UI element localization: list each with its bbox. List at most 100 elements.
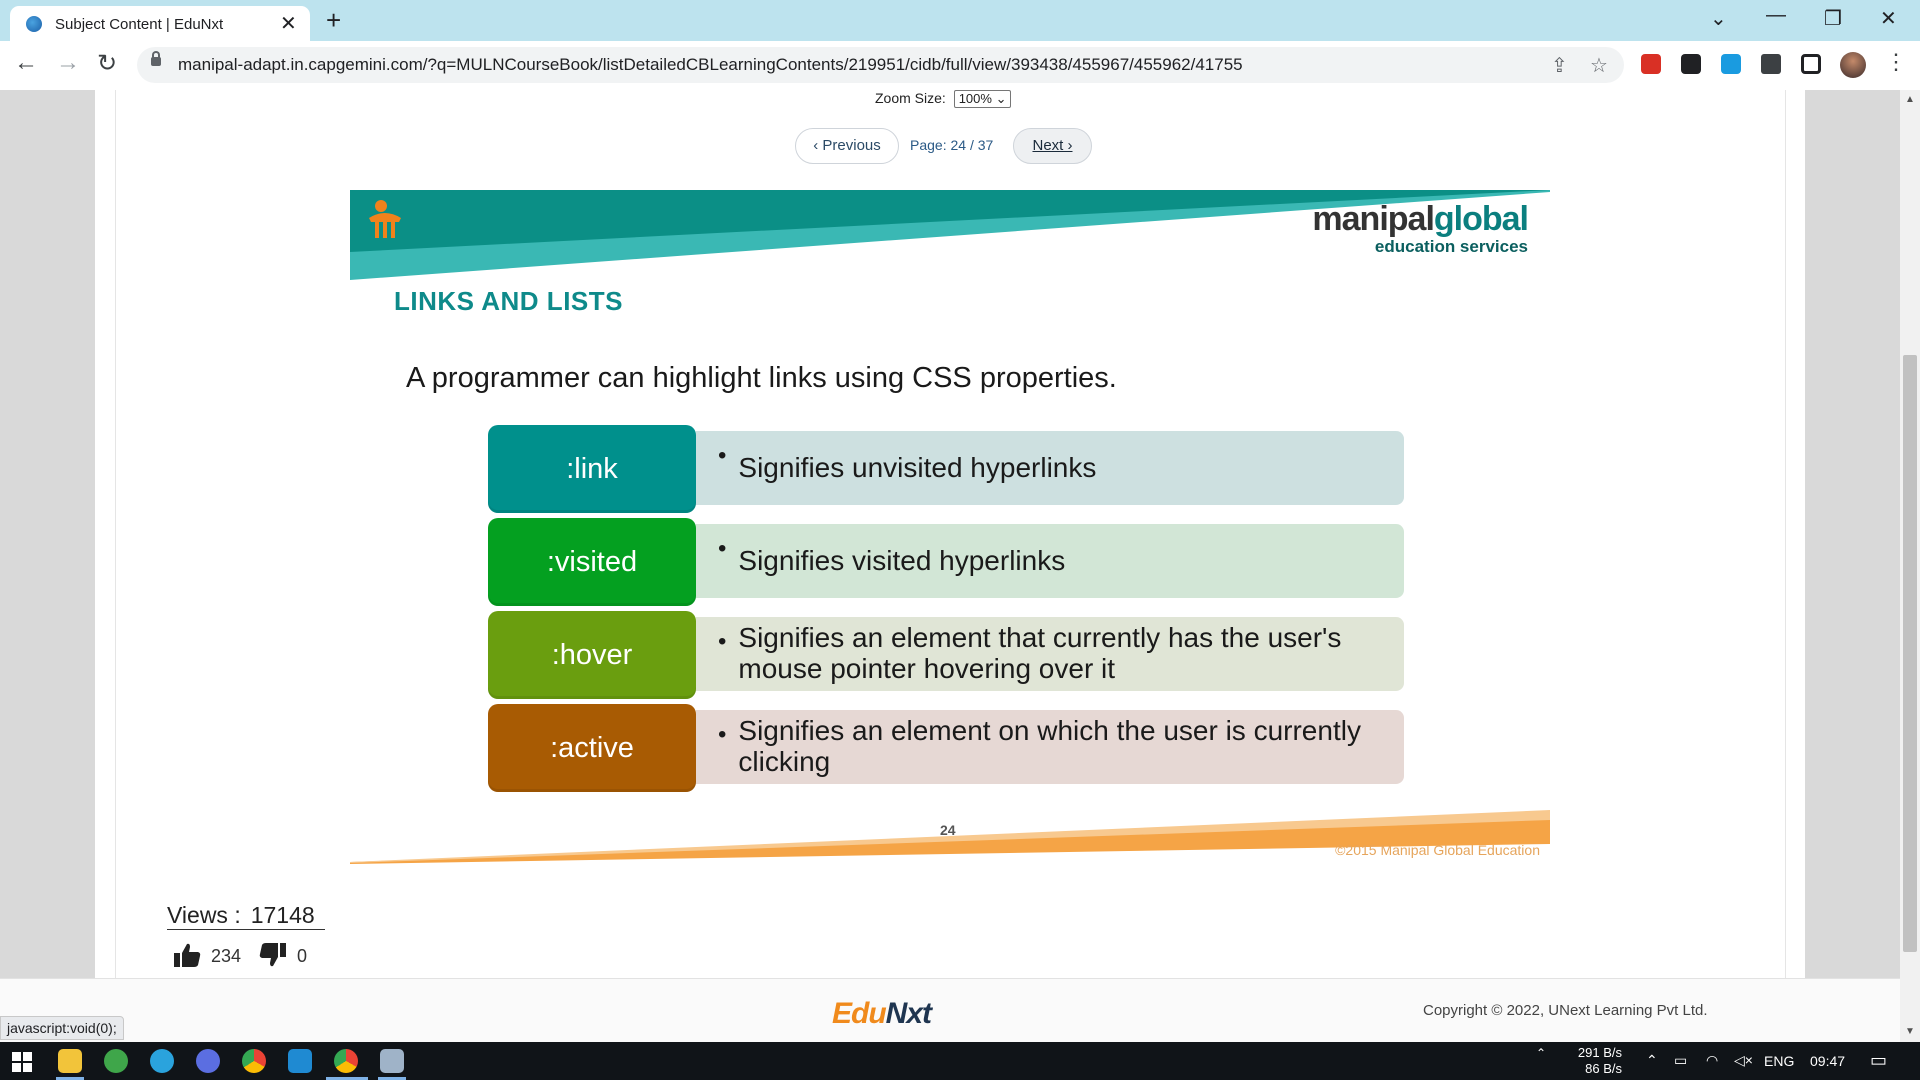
row-description: • Signifies an element on which the user …: [696, 710, 1404, 784]
bullet-icon: •: [718, 535, 727, 562]
menu-icon[interactable]: ⋮: [1885, 49, 1907, 75]
net-down: 86 B/s: [1585, 1061, 1622, 1076]
address-bar[interactable]: manipal-adapt.in.capgemini.com/?q=MULNCo…: [137, 47, 1624, 83]
brand-subtitle: education services: [1374, 237, 1528, 256]
back-icon[interactable]: ←: [14, 49, 38, 77]
slide: manipalglobal education services LINKS A…: [350, 190, 1550, 865]
row-label: :visited: [488, 518, 696, 606]
row-description: • Signifies unvisited hyperlinks: [696, 431, 1404, 505]
page-current: 24: [950, 137, 967, 153]
reload-icon[interactable]: ↻: [97, 49, 117, 78]
extension-pocket-icon[interactable]: [1641, 54, 1661, 74]
edunxt-logo[interactable]: EduNxt: [832, 997, 932, 1031]
page-border-right: [1785, 90, 1786, 978]
file-explorer-icon[interactable]: [58, 1049, 82, 1073]
previous-button[interactable]: ‹ Previous: [795, 128, 899, 164]
browser-tab[interactable]: Subject Content | EduNxt ✕: [10, 6, 310, 41]
bullet-icon: •: [718, 628, 727, 655]
manipal-logo-icon: [369, 200, 401, 238]
page-viewport: Zoom Size: 100% ⌄ ‹ Previous Page: 24 / …: [0, 90, 1900, 1042]
dislikes-count: 0: [297, 946, 308, 966]
battery-icon[interactable]: ▭: [1674, 1052, 1687, 1069]
tab-search-icon[interactable]: ⌄: [1710, 6, 1727, 31]
row-description-text: Signifies visited hyperlinks: [738, 544, 1066, 576]
chrome-icon[interactable]: [242, 1049, 266, 1073]
zoom-select[interactable]: 100% ⌄: [953, 90, 1012, 108]
minimize-icon[interactable]: —: [1766, 4, 1786, 27]
tab-favicon-icon: [26, 16, 42, 32]
restore-icon[interactable]: ❐: [1824, 6, 1842, 31]
chrome-active-icon[interactable]: [334, 1049, 358, 1073]
lock-icon[interactable]: [151, 51, 161, 66]
scroll-thumb[interactable]: [1903, 355, 1917, 952]
notifications-icon[interactable]: ▭: [1870, 1050, 1887, 1071]
page-border-left: [115, 90, 116, 978]
bullet-icon: •: [718, 442, 727, 469]
hidden-icons-icon[interactable]: ⌃: [1646, 1052, 1658, 1069]
bullet-icon: •: [718, 721, 727, 748]
row-description-text: Signifies an element that currently has …: [738, 622, 1342, 684]
row-description-text: Signifies unvisited hyperlinks: [738, 451, 1097, 483]
page-indicator: Page: 24 / 37: [910, 137, 994, 153]
zoom-value: 100%: [958, 91, 992, 106]
status-bar-url: javascript:void(0);: [0, 1016, 124, 1040]
slide-intro: A programmer can highlight links using C…: [406, 362, 1117, 394]
pseudo-class-row-link: :link • Signifies unvisited hyperlinks: [488, 425, 1404, 513]
views-label: Views :: [167, 902, 241, 928]
thumbs-down-icon[interactable]: [259, 942, 287, 968]
tab-strip: Subject Content | EduNxt ✕ + ⌄ — ❐ ✕: [0, 0, 1920, 41]
app-window-icon[interactable]: [380, 1049, 404, 1073]
tab-close-icon[interactable]: ✕: [280, 11, 297, 36]
window-close-icon[interactable]: ✕: [1880, 6, 1897, 31]
page-label: Page:: [910, 137, 947, 153]
net-up: 291 B/s: [1577, 1045, 1622, 1060]
telegram-icon[interactable]: [150, 1049, 174, 1073]
forward-icon[interactable]: →: [56, 49, 80, 77]
new-tab-icon[interactable]: +: [326, 5, 341, 36]
site-footer: EduNxt Copyright © 2022, UNext Learning …: [0, 978, 1900, 1042]
brand-logo: manipalglobal education services: [1312, 202, 1529, 256]
row-description-text: Signifies an element on which the user i…: [738, 715, 1361, 777]
page-total: 37: [977, 137, 994, 153]
content-page: Zoom Size: 100% ⌄ ‹ Previous Page: 24 / …: [95, 90, 1805, 978]
network-speed: 291 B/s 86 B/s: [1570, 1045, 1622, 1077]
star-icon[interactable]: ☆: [1590, 53, 1608, 78]
slide-title: LINKS AND LISTS: [394, 286, 623, 316]
row-description: • Signifies visited hyperlinks: [696, 524, 1404, 598]
vertical-scrollbar[interactable]: ▲ ▼: [1900, 90, 1920, 1042]
views-value: 17148: [250, 902, 315, 928]
extension-icon[interactable]: [1681, 54, 1701, 74]
thumbs-up-icon[interactable]: [173, 942, 201, 968]
scroll-up-icon[interactable]: ▲: [1905, 94, 1915, 105]
pseudo-class-row-hover: :hover • Signifies an element that curren…: [488, 611, 1404, 699]
zoom-control: Zoom Size: 100% ⌄: [875, 90, 1012, 108]
footer-copyright: Copyright © 2022, UNext Learning Pvt Ltd…: [1423, 1002, 1708, 1019]
windows-start-icon[interactable]: [12, 1052, 32, 1072]
share-icon[interactable]: ⇪: [1551, 53, 1568, 78]
next-button[interactable]: Next ›: [1013, 128, 1092, 164]
app-green-icon[interactable]: [104, 1049, 128, 1073]
row-label: :hover: [488, 611, 696, 699]
extension-s-icon[interactable]: [1721, 54, 1741, 74]
extensions-puzzle-icon[interactable]: [1761, 54, 1781, 74]
app-purple-icon[interactable]: [196, 1049, 220, 1073]
tab-title: Subject Content | EduNxt: [55, 16, 224, 33]
side-panel-icon[interactable]: [1801, 54, 1821, 74]
row-description: • Signifies an element that currently has…: [696, 617, 1404, 691]
scroll-down-icon[interactable]: ▼: [1905, 1026, 1915, 1037]
row-label: :active: [488, 704, 696, 792]
zoom-label: Zoom Size:: [875, 90, 946, 106]
volume-muted-icon[interactable]: ◁×: [1734, 1052, 1753, 1069]
clock[interactable]: 09:47: [1810, 1053, 1845, 1069]
logo-part2: Nxt: [885, 997, 932, 1030]
pseudo-class-row-active: :active • Signifies an element on which t…: [488, 704, 1404, 792]
browser-toolbar: ← → ↻ manipal-adapt.in.capgemini.com/?q=…: [0, 41, 1920, 91]
language-indicator[interactable]: ENG: [1764, 1053, 1794, 1069]
profile-avatar[interactable]: [1840, 52, 1866, 78]
taskbar: ⌃ 291 B/s 86 B/s ⌃ ▭ ◠ ◁× ENG 09:47 ▭: [0, 1042, 1920, 1080]
tray-expand-icon[interactable]: ⌃: [1536, 1046, 1546, 1060]
logo-part1: Edu: [832, 997, 887, 1030]
wifi-icon[interactable]: ◠: [1706, 1052, 1718, 1069]
url-text: manipal-adapt.in.capgemini.com/?q=MULNCo…: [178, 55, 1243, 74]
vscode-icon[interactable]: [288, 1049, 312, 1073]
